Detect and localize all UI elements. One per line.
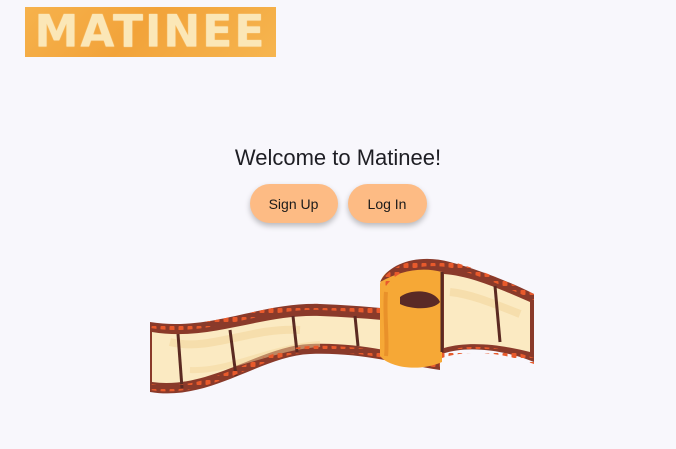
matinee-logo[interactable]: MATINEE (25, 7, 276, 57)
auth-buttons: Sign Up Log In (0, 184, 676, 223)
welcome-heading: Welcome to Matinee! (234, 145, 442, 170)
film-strip-icon (150, 258, 534, 394)
logo-wordmark: MATINEE (34, 7, 267, 57)
sign-up-button[interactable]: Sign Up (249, 184, 338, 223)
log-in-button[interactable]: Log In (347, 184, 427, 223)
